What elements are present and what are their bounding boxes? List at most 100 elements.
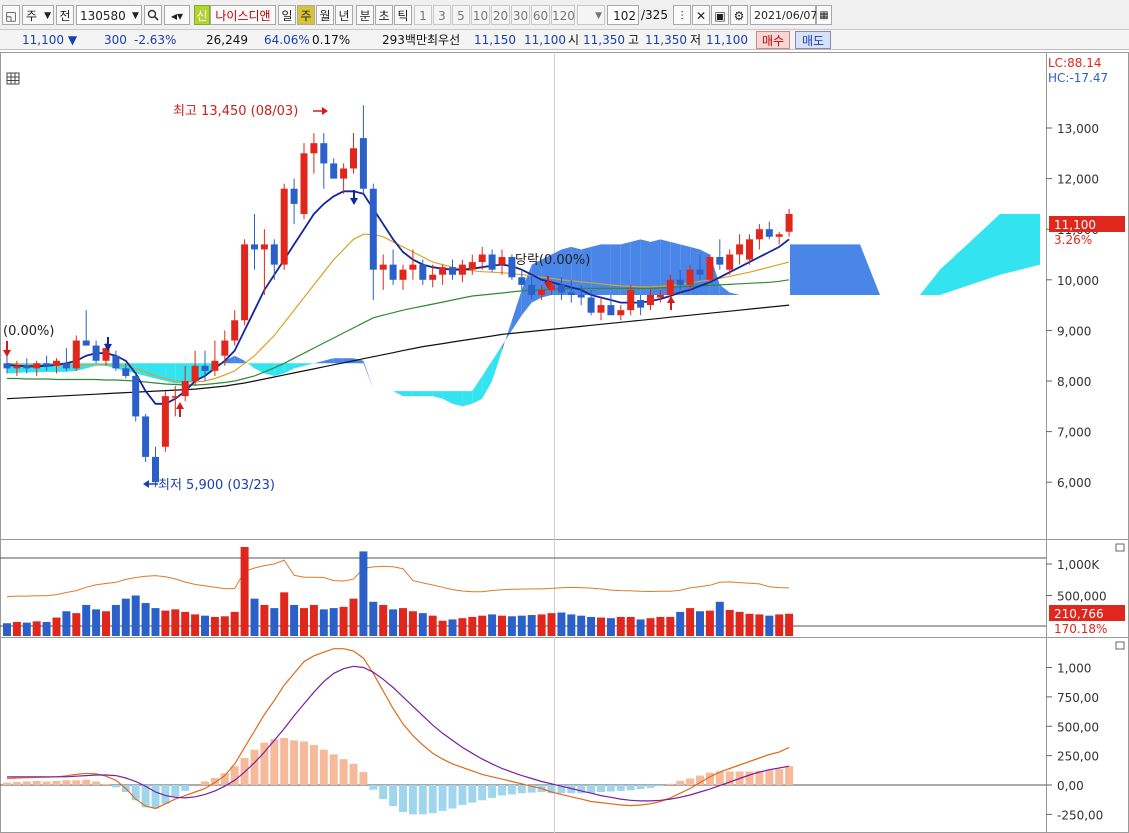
search-icon[interactable] — [144, 5, 162, 25]
macd-oscillator-bar — [765, 769, 774, 785]
stock-chart[interactable]: 1,000K 500,000 1,000 750,00 500,00 250,00 0,0… — [0, 50, 1129, 833]
macd-oscillator-bar — [42, 781, 51, 785]
macd-oscillator-bar — [379, 785, 388, 800]
volume-bar — [191, 614, 200, 636]
volume-bar — [22, 622, 31, 636]
save-icon[interactable]: ▣ — [711, 5, 729, 25]
volume-pct-tag: 170.18% — [1054, 622, 1107, 636]
speaker-icon[interactable]: ◂▾ — [164, 5, 190, 25]
prev-button[interactable]: 전 — [56, 5, 74, 25]
macd-oscillator-bar — [309, 745, 318, 785]
new-badge: 신 — [194, 5, 210, 25]
period-day[interactable]: 일 — [278, 5, 296, 25]
candle-body — [221, 340, 229, 356]
period-minute[interactable]: 분 — [356, 5, 374, 25]
candle-body — [290, 188, 298, 204]
candle-body — [122, 368, 130, 376]
period-month[interactable]: 월 — [316, 5, 334, 25]
volume-bar — [646, 618, 655, 636]
buy-button[interactable]: 매수 — [756, 31, 790, 49]
volume-bar — [428, 615, 437, 636]
price-change: 300 — [104, 33, 127, 47]
volume-bar — [82, 604, 91, 636]
candle-body — [597, 305, 605, 313]
volume-bar — [359, 551, 368, 636]
volume-bar — [329, 608, 338, 636]
candle-body — [617, 310, 625, 316]
price-tick-label: 6,000 — [1057, 476, 1091, 490]
ichimoku-cloud-segment — [422, 391, 433, 397]
macd-pane-menu-icon[interactable] — [1115, 641, 1125, 650]
volume-bar — [547, 613, 556, 636]
price-tick-label: 9,000 — [1057, 324, 1091, 338]
macd-oscillator-bar — [329, 754, 338, 785]
interval-30[interactable]: 30 — [511, 5, 530, 25]
macd-oscillator-bar — [606, 785, 615, 792]
volume-bar — [705, 610, 714, 636]
gear-icon[interactable]: ⚙ — [730, 5, 748, 25]
count-input[interactable]: 102 — [607, 5, 639, 25]
sell-button[interactable]: 매도 — [795, 31, 831, 49]
candle-body — [33, 363, 41, 369]
interval-10[interactable]: 10 — [471, 5, 490, 25]
volume-pane-menu-icon[interactable] — [1115, 543, 1125, 552]
volume-bar — [587, 616, 596, 636]
volume-bar — [537, 614, 546, 636]
candle-body — [43, 363, 51, 366]
calendar-icon[interactable]: ▦ — [816, 5, 832, 25]
candle-body — [359, 138, 367, 189]
period-second[interactable]: 초 — [375, 5, 393, 25]
interval-20[interactable]: 20 — [491, 5, 510, 25]
volume-bar — [151, 608, 160, 636]
stock-name[interactable]: 나이스디앤 — [210, 5, 276, 25]
interval-120[interactable]: 120 — [551, 5, 575, 25]
table-icon[interactable] — [6, 72, 20, 85]
macd-oscillator-bar — [616, 785, 625, 791]
code-dropdown-icon[interactable]: ▼ — [130, 5, 142, 25]
candle-type-icon[interactable]: ⫶ — [673, 5, 691, 25]
candle-body — [577, 294, 585, 298]
volume-bar — [498, 615, 506, 636]
interval-1[interactable]: 1 — [414, 5, 432, 25]
volume-bar — [438, 620, 447, 636]
ichimoku-cloud-segment — [601, 244, 611, 295]
period-tick[interactable]: 틱 — [394, 5, 412, 25]
ichimoku-cloud-segment — [403, 391, 413, 397]
chart-menu-icon[interactable]: ◱ — [2, 5, 20, 25]
period-year[interactable]: 년 — [335, 5, 353, 25]
candle-body — [300, 153, 308, 215]
hc-label: HC:-17.47 — [1048, 71, 1108, 85]
macd-oscillator-bar — [72, 780, 81, 785]
macd-oscillator-bar — [82, 779, 91, 785]
price-tick-label: 7,000 — [1057, 426, 1091, 440]
candle-body — [478, 254, 486, 263]
interval-5[interactable]: 5 — [452, 5, 470, 25]
interval-custom-input[interactable]: ▼ — [577, 5, 605, 25]
macd-oscillator-bar — [201, 781, 209, 785]
interval-60[interactable]: 60 — [531, 5, 550, 25]
macd-oscillator-bar — [676, 780, 685, 785]
volume-bar — [171, 609, 180, 636]
drawing-tool-icon[interactable]: ✕ — [692, 5, 710, 25]
macd-oscillator-bar — [428, 785, 437, 814]
date-input[interactable]: 2021/06/07 — [750, 5, 817, 25]
volume-bar — [775, 614, 784, 636]
macd-oscillator-bar — [339, 759, 348, 785]
candle-body — [369, 188, 377, 270]
trade-amount: 293백만 — [382, 33, 427, 47]
ichimoku-cloud-segment — [591, 244, 601, 295]
candle-body — [23, 365, 31, 369]
volume-bar — [488, 614, 497, 636]
candle-body — [191, 365, 199, 381]
volume-bar — [458, 618, 467, 636]
interval-3[interactable]: 3 — [433, 5, 451, 25]
candle-body — [468, 262, 476, 270]
market-select[interactable]: 주 ▼ — [22, 5, 54, 25]
volume-bar — [201, 615, 209, 636]
ichimoku-cloud-segment — [610, 244, 621, 295]
chevron-down-icon: ▼ — [595, 11, 602, 21]
period-week[interactable]: 주 — [297, 5, 315, 25]
best-label: 최우선 — [427, 33, 461, 47]
candle-body — [350, 148, 357, 169]
volume-tick-label: 1,000K — [1057, 558, 1100, 572]
